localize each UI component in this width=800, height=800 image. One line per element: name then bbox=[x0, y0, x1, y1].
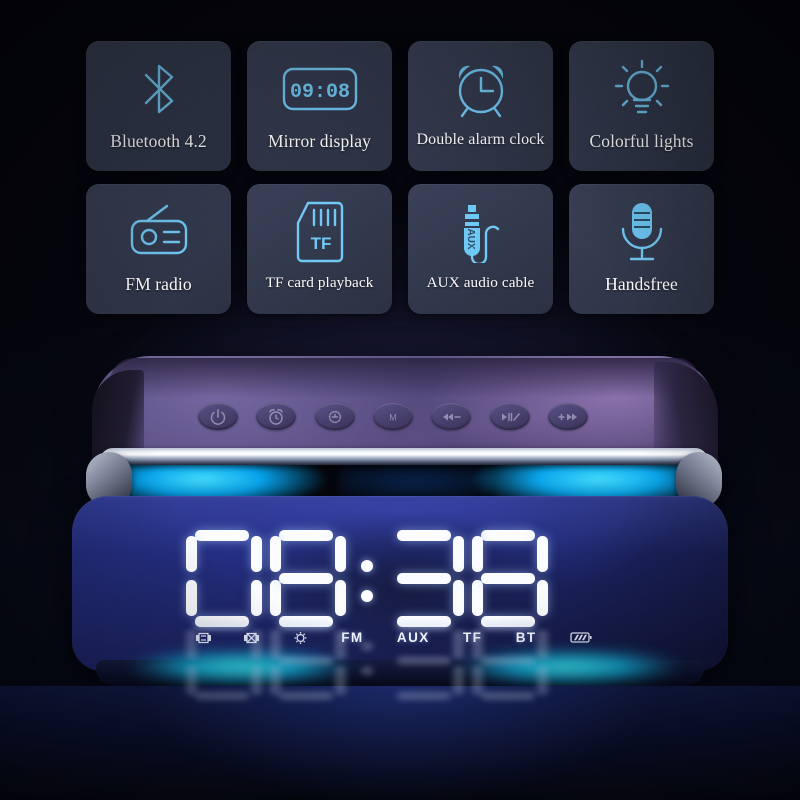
brightness-icon bbox=[328, 410, 341, 423]
power-icon bbox=[210, 408, 226, 425]
previous-volume-down-button[interactable] bbox=[431, 403, 472, 430]
power-button[interactable] bbox=[198, 403, 238, 430]
clock-digit-h2 bbox=[266, 528, 350, 628]
next-volume-up-button[interactable] bbox=[547, 403, 588, 430]
previous-icon bbox=[443, 413, 462, 420]
play-pause-icon bbox=[501, 412, 520, 421]
next-icon bbox=[558, 413, 577, 420]
clock-digit-m1 bbox=[384, 528, 468, 628]
led-clock-readout bbox=[182, 528, 602, 628]
alarm-icon bbox=[269, 408, 284, 425]
clock-digit-h1 bbox=[182, 528, 266, 628]
chrome-accent-bar bbox=[100, 448, 708, 465]
alarm-button[interactable] bbox=[256, 403, 297, 430]
table-surface-reflection bbox=[0, 686, 800, 800]
clock-colon bbox=[350, 528, 384, 628]
brightness-button[interactable] bbox=[314, 403, 355, 430]
play-pause-button[interactable] bbox=[489, 403, 530, 430]
mode-button-label: M bbox=[389, 412, 397, 422]
mode-icon: M bbox=[389, 412, 397, 422]
control-button-row: M bbox=[198, 403, 588, 430]
clock-digit-m2 bbox=[468, 528, 552, 628]
clock-reflection bbox=[182, 620, 602, 702]
product-marketing-image: Bluetooth 4.2 09:08 Mirror display Doubl… bbox=[0, 0, 800, 800]
mode-button[interactable]: M bbox=[372, 403, 413, 430]
device-top-gloss bbox=[110, 358, 700, 398]
